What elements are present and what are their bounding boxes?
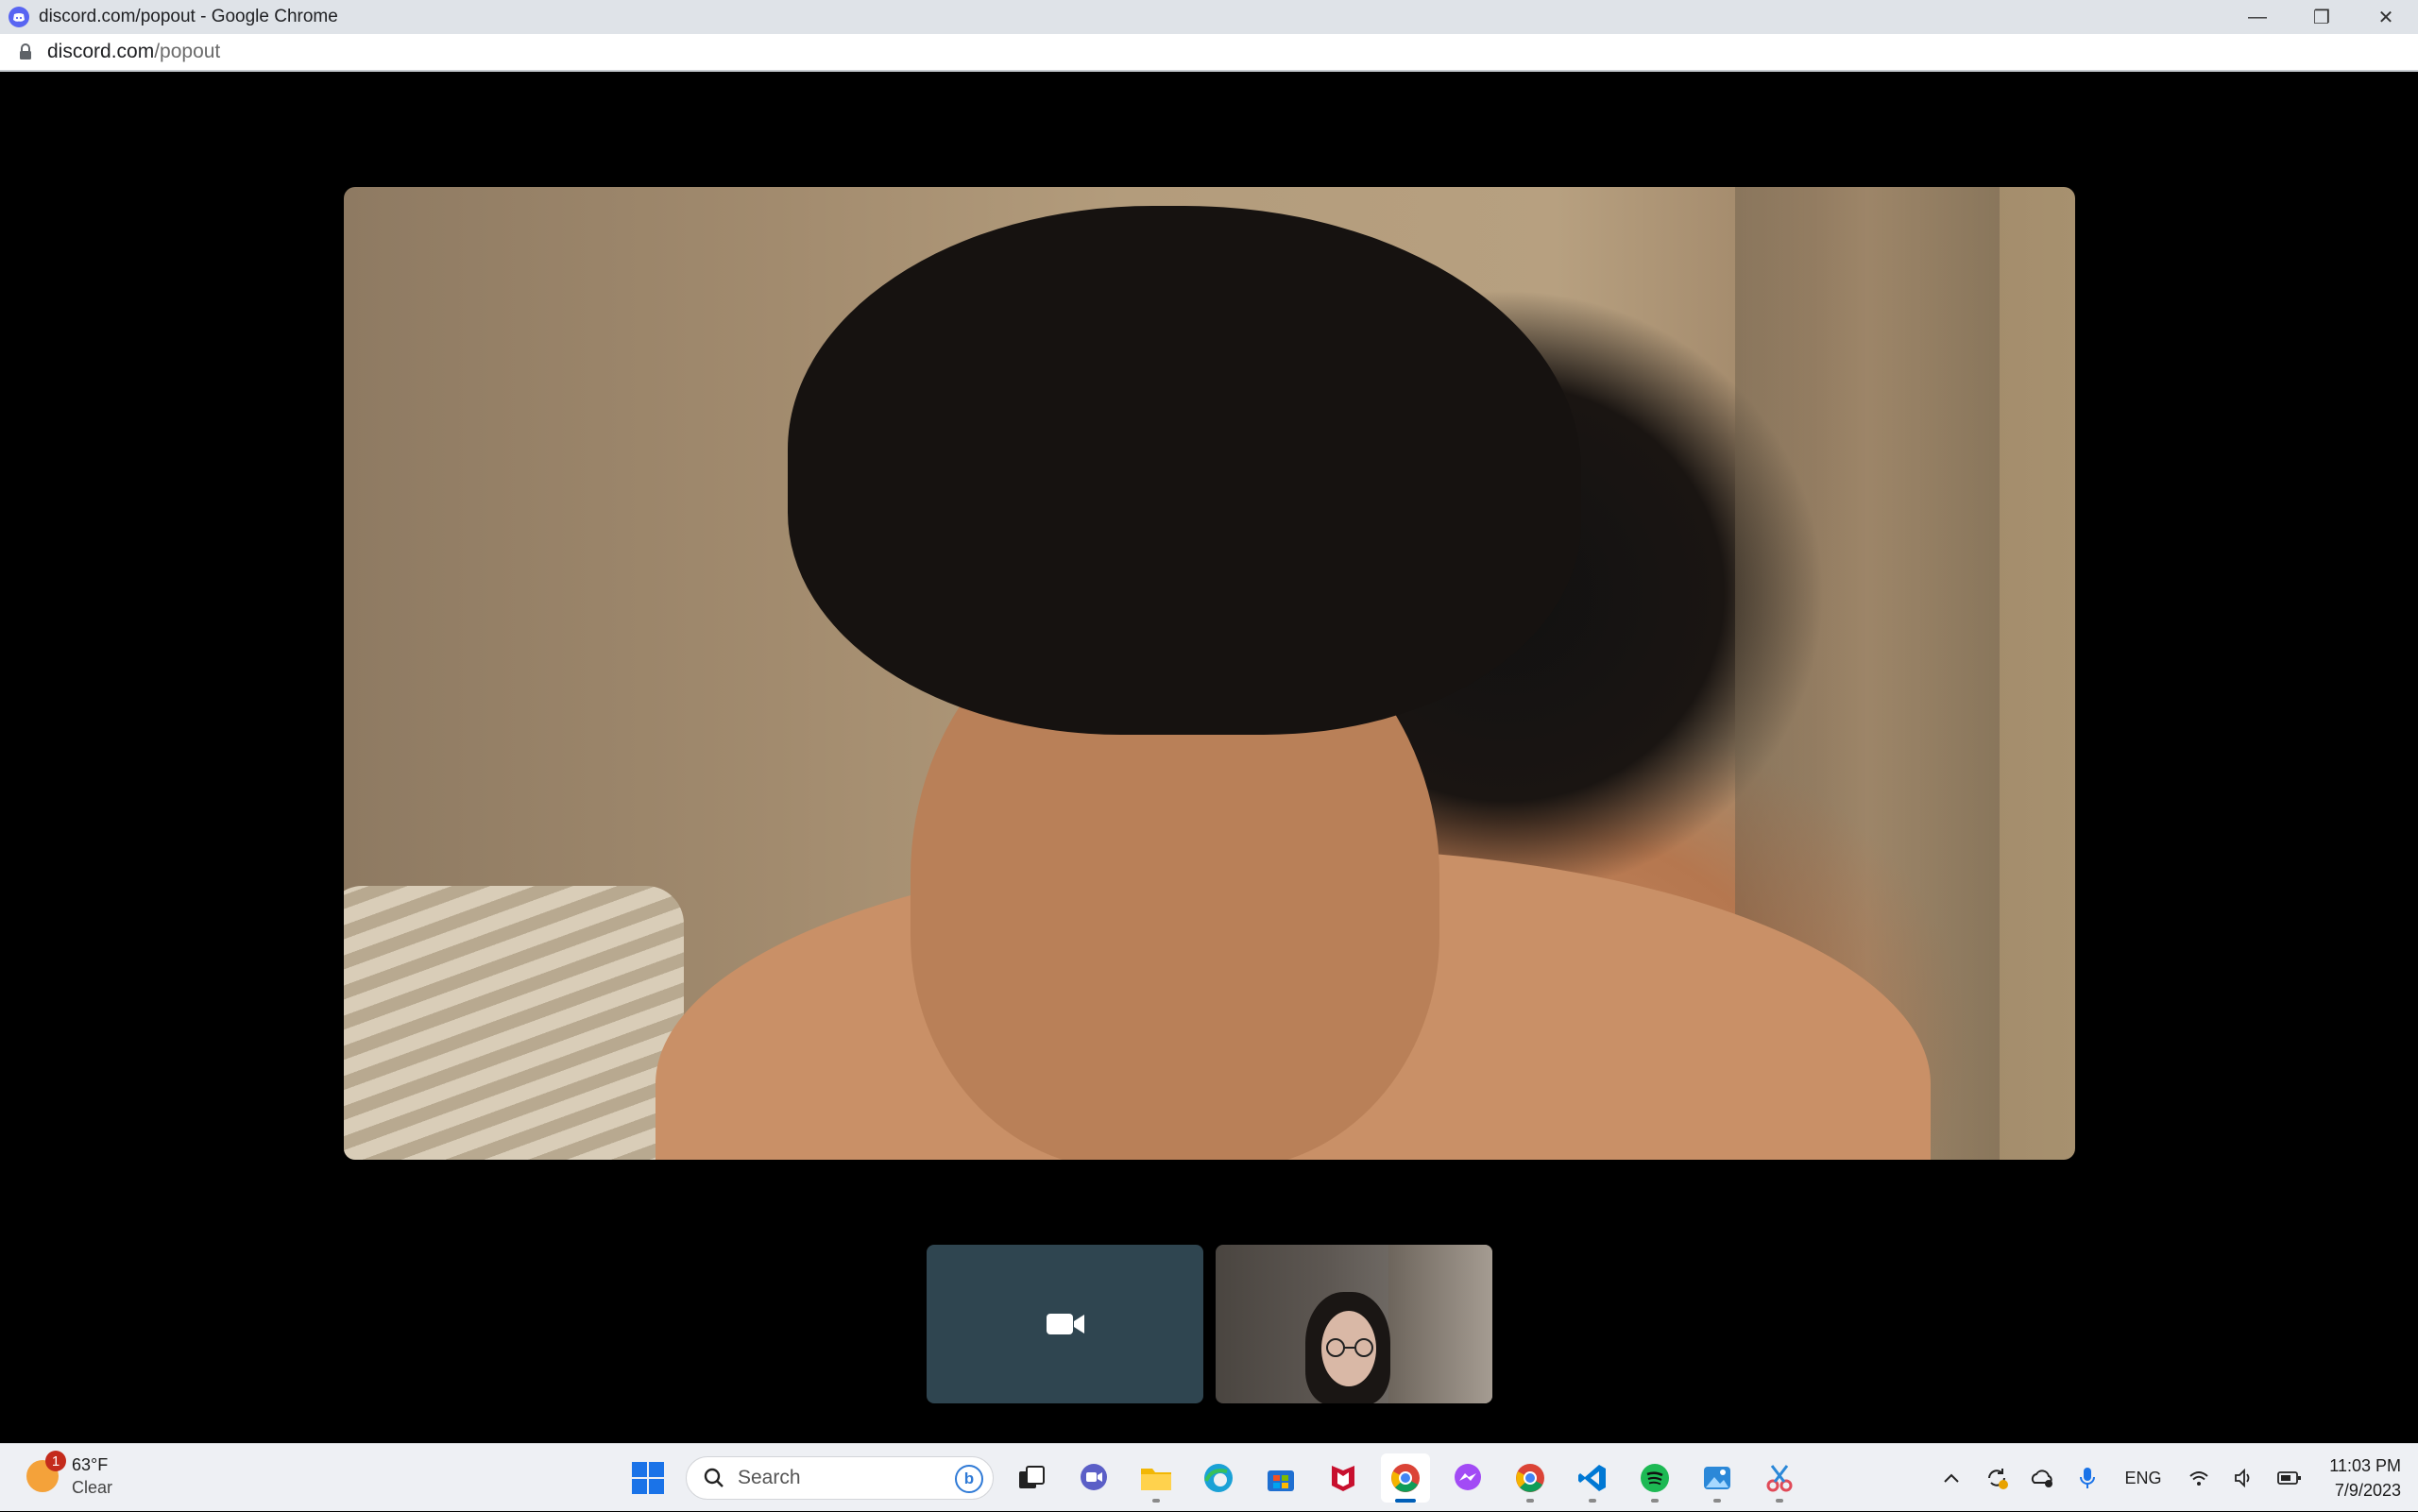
search-icon (704, 1468, 724, 1487)
weather-widget[interactable]: 1 63°F Clear (26, 1451, 113, 1499)
camera-tile[interactable] (927, 1245, 1203, 1403)
chrome-profile-icon[interactable] (1506, 1453, 1555, 1503)
window-title: discord.com/popout - Google Chrome (39, 7, 338, 26)
spotify-icon[interactable] (1630, 1453, 1679, 1503)
address-bar[interactable]: discord.com/popout (0, 34, 2418, 72)
person-hair (788, 206, 1581, 735)
bing-icon[interactable]: b (955, 1465, 983, 1493)
minimize-button[interactable]: — (2225, 0, 2290, 34)
volume-icon[interactable] (2222, 1444, 2267, 1512)
start-icon[interactable] (623, 1453, 673, 1503)
wifi-icon[interactable] (2176, 1444, 2222, 1512)
taskbar-search[interactable]: Search b (686, 1456, 994, 1500)
file-explorer-icon[interactable] (1132, 1453, 1181, 1503)
sync-icon[interactable] (1974, 1444, 2019, 1512)
taskbar-clock[interactable]: 11:03 PM 7/9/2023 (2312, 1453, 2418, 1503)
weather-condition: Clear (72, 1478, 113, 1497)
url-text[interactable]: discord.com/popout (47, 41, 220, 63)
url-path: /popout (154, 41, 221, 62)
restore-button[interactable]: ❐ (2290, 0, 2354, 34)
lock-icon[interactable] (19, 43, 32, 60)
search-label: Search (738, 1467, 801, 1488)
background-pillow (344, 886, 684, 1160)
taskbar: 1 63°F Clear Search b ENG 11:03 PM 7/9/2… (0, 1443, 2418, 1511)
chevron-up-icon[interactable] (1929, 1444, 1974, 1512)
clock-date: 7/9/2023 (2334, 1481, 2401, 1500)
weather-temperature: 63°F (72, 1455, 109, 1474)
language-indicator[interactable]: ENG (2110, 1444, 2176, 1512)
vscode-icon[interactable] (1568, 1453, 1617, 1503)
glasses-icon (1326, 1338, 1373, 1357)
system-tray: ENG 11:03 PM 7/9/2023 (1929, 1444, 2418, 1512)
close-button[interactable]: ✕ (2354, 0, 2418, 34)
mcafee-icon[interactable] (1319, 1453, 1368, 1503)
battery-icon[interactable] (2267, 1444, 2312, 1512)
messenger-icon[interactable] (1443, 1453, 1492, 1503)
main-video-feed[interactable] (344, 187, 2075, 1160)
microsoft-store-icon[interactable] (1256, 1453, 1305, 1503)
window-title-bar: discord.com/popout - Google Chrome — ❐ ✕ (0, 0, 2418, 34)
url-domain: discord.com (47, 41, 155, 62)
onedrive-icon[interactable] (2019, 1444, 2065, 1512)
clock-time: 11:03 PM (2329, 1456, 2401, 1475)
participant-background (1388, 1245, 1492, 1403)
moon-icon: 1 (26, 1451, 66, 1492)
call-stage (0, 74, 2418, 1443)
photos-icon[interactable] (1693, 1453, 1742, 1503)
participant-tile[interactable] (1216, 1245, 1492, 1403)
snipping-tool-icon[interactable] (1755, 1453, 1804, 1503)
notification-badge: 1 (45, 1451, 66, 1471)
chrome-active-icon[interactable] (1381, 1453, 1430, 1503)
microphone-icon[interactable] (2065, 1444, 2110, 1512)
edge-icon[interactable] (1194, 1453, 1243, 1503)
video-camera-icon (1046, 1314, 1084, 1334)
task-view-icon[interactable] (1007, 1453, 1056, 1503)
discord-icon (9, 7, 29, 27)
chat-icon[interactable] (1069, 1453, 1118, 1503)
